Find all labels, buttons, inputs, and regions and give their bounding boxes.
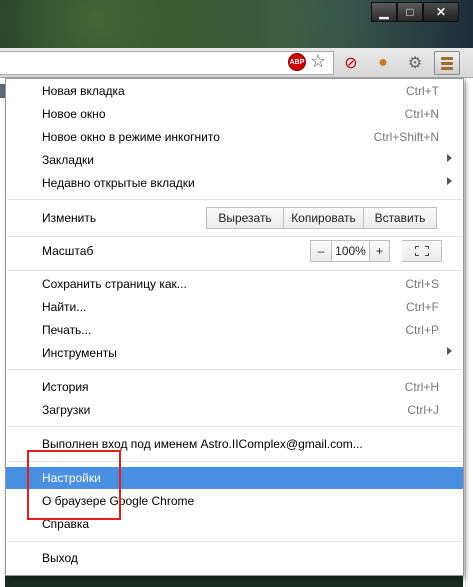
fullscreen-icon bbox=[414, 246, 429, 256]
menu-bar-icon bbox=[441, 66, 453, 70]
zoom-out-button[interactable]: – bbox=[310, 240, 332, 262]
close-button[interactable]: ✕ bbox=[423, 2, 459, 22]
menu-item-edit: Изменить Вырезать Копировать Вставить bbox=[6, 205, 463, 231]
menu-item-label: История bbox=[42, 380, 89, 394]
menu-item-shortcut: Ctrl+S bbox=[405, 277, 439, 291]
copy-button[interactable]: Копировать bbox=[284, 207, 364, 229]
edit-button-group: Вырезать Копировать Вставить bbox=[206, 207, 437, 229]
menu-item-save-page[interactable]: Сохранить страницу как... Ctrl+S bbox=[6, 273, 463, 295]
menu-item-label: О браузере Google Chrome bbox=[42, 494, 195, 508]
menu-separator bbox=[7, 541, 462, 542]
menu-item-history[interactable]: История Ctrl+H bbox=[6, 376, 463, 398]
menu-item-shortcut: Ctrl+Shift+N bbox=[373, 130, 439, 144]
menu-item-label: Справка bbox=[42, 517, 90, 531]
menu-item-help[interactable]: Справка bbox=[6, 513, 463, 535]
submenu-arrow-icon bbox=[447, 347, 452, 355]
menu-item-label: Масштаб bbox=[42, 244, 94, 258]
browser-toolbar bbox=[0, 48, 473, 78]
menu-item-label: Инструменты bbox=[42, 346, 117, 360]
menu-item-label: Изменить bbox=[42, 211, 97, 225]
menu-item-signed-in[interactable]: Выполнен вход под именем Astro.IIComplex… bbox=[6, 433, 463, 455]
menu-item-settings[interactable]: Настройки bbox=[6, 467, 463, 489]
menu-item-shortcut: Ctrl+J bbox=[407, 403, 439, 417]
menu-item-find[interactable]: Найти... Ctrl+F bbox=[6, 296, 463, 318]
adblock-plus-icon[interactable]: ABP bbox=[288, 53, 306, 71]
menu-item-print[interactable]: Печать... Ctrl+P bbox=[6, 319, 463, 341]
menu-item-shortcut: Ctrl+F bbox=[406, 300, 439, 314]
menu-separator bbox=[7, 369, 462, 370]
menu-separator bbox=[7, 426, 462, 427]
menu-item-about[interactable]: О браузере Google Chrome bbox=[6, 490, 463, 512]
menu-item-shortcut: Ctrl+T bbox=[406, 84, 439, 98]
menu-item-label: Печать... bbox=[42, 323, 92, 337]
menu-item-label: Загрузки bbox=[42, 403, 91, 417]
menu-item-label: Сохранить страницу как... bbox=[42, 277, 187, 291]
chrome-main-menu: Новая вкладка Ctrl+T Новое окно Ctrl+N Н… bbox=[5, 78, 464, 576]
menu-item-label: Новое окно bbox=[42, 107, 106, 121]
menu-separator bbox=[7, 199, 462, 200]
extension-gear-icon[interactable]: ⚙ bbox=[404, 52, 426, 74]
cut-button[interactable]: Вырезать bbox=[206, 207, 284, 229]
menu-separator bbox=[7, 236, 462, 237]
zoom-in-button[interactable]: + bbox=[370, 240, 390, 262]
menu-item-shortcut: Ctrl+N bbox=[404, 107, 439, 121]
menu-separator bbox=[7, 270, 462, 271]
menu-item-new-window[interactable]: Новое окно Ctrl+N bbox=[6, 103, 463, 125]
zoom-level: 100% bbox=[332, 240, 370, 262]
page-content-right bbox=[463, 78, 473, 587]
menu-item-label: Недавно открытые вкладки bbox=[42, 176, 195, 190]
submenu-arrow-icon bbox=[447, 177, 452, 185]
menu-item-label: Настройки bbox=[42, 471, 101, 485]
menu-item-label: Найти... bbox=[42, 300, 87, 314]
menu-item-shortcut: Ctrl+H bbox=[404, 380, 439, 394]
chrome-menu-button[interactable] bbox=[434, 51, 460, 75]
fullscreen-button[interactable] bbox=[402, 240, 442, 262]
paste-button[interactable]: Вставить bbox=[364, 207, 437, 229]
minimize-button[interactable]: ▁ bbox=[371, 2, 397, 22]
menu-item-bookmarks[interactable]: Закладки bbox=[6, 149, 463, 171]
extension-cookie-icon[interactable]: ● bbox=[372, 52, 394, 74]
menu-item-downloads[interactable]: Загрузки Ctrl+J bbox=[6, 399, 463, 421]
menu-item-new-tab[interactable]: Новая вкладка Ctrl+T bbox=[6, 80, 463, 102]
menu-item-exit[interactable]: Выход bbox=[6, 547, 463, 569]
menu-item-shortcut: Ctrl+P bbox=[405, 323, 439, 337]
menu-bar-icon bbox=[441, 56, 453, 60]
zoom-controls: – 100% + bbox=[310, 240, 442, 262]
menu-bar-icon bbox=[441, 61, 453, 65]
address-bar[interactable] bbox=[0, 51, 334, 75]
extension-block-icon[interactable]: ⊘ bbox=[340, 52, 362, 74]
menu-item-tools[interactable]: Инструменты bbox=[6, 342, 463, 364]
menu-item-label: Новая вкладка bbox=[42, 84, 125, 98]
window-controls: ▁ □ ✕ bbox=[371, 2, 459, 22]
menu-item-incognito[interactable]: Новое окно в режиме инкогнито Ctrl+Shift… bbox=[6, 126, 463, 148]
menu-item-label: Новое окно в режиме инкогнито bbox=[42, 130, 220, 144]
menu-separator bbox=[7, 461, 462, 462]
submenu-arrow-icon bbox=[447, 154, 452, 162]
menu-item-recent-tabs[interactable]: Недавно открытые вкладки bbox=[6, 172, 463, 194]
menu-item-label: Выход bbox=[42, 551, 78, 565]
maximize-button[interactable]: □ bbox=[397, 2, 423, 22]
bookmark-star-icon[interactable]: ☆ bbox=[310, 51, 326, 71]
menu-item-zoom: Масштаб – 100% + bbox=[6, 238, 463, 264]
menu-item-label: Закладки bbox=[42, 153, 94, 167]
menu-item-label: Выполнен вход под именем Astro.IIComplex… bbox=[42, 437, 363, 451]
